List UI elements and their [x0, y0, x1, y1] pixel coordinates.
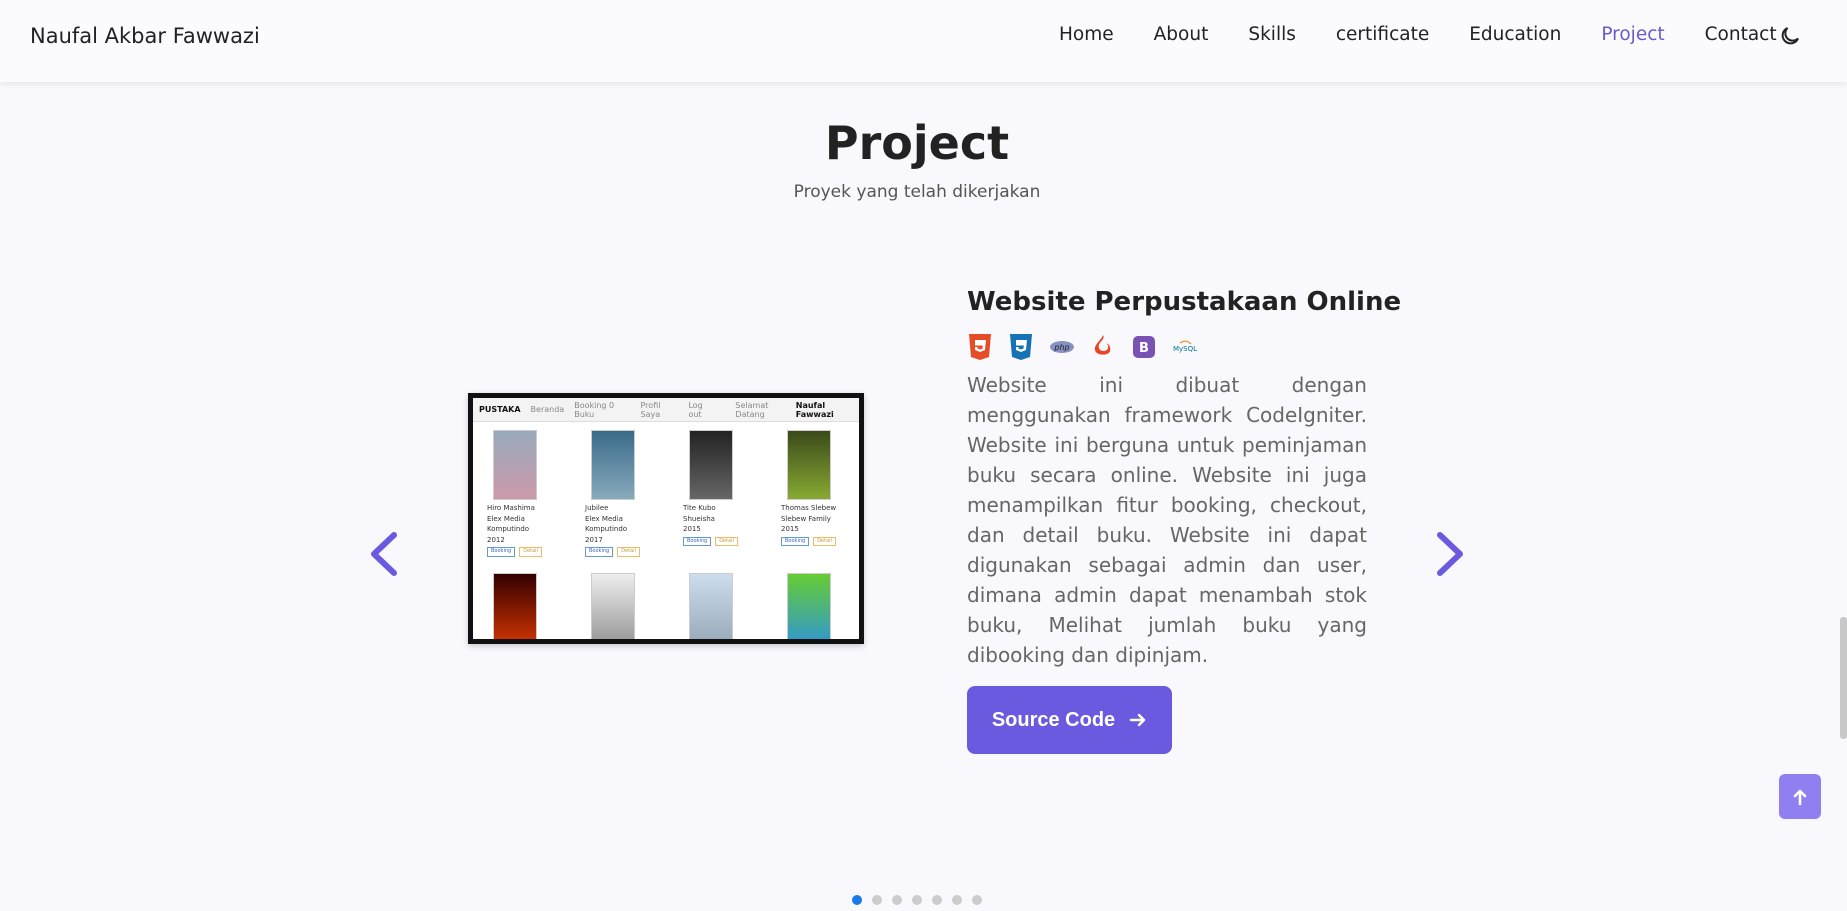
- screenshot-nav-item: Booking 0 Buku: [574, 400, 615, 419]
- mysql-icon: MySQL: [1172, 333, 1198, 361]
- book-card: Hiro Mashima Elex Media Komputindo 2012 …: [487, 430, 567, 557]
- scrollbar-thumb[interactable]: [1840, 617, 1847, 739]
- carousel-dot[interactable]: [872, 895, 882, 905]
- book-card: Tite Kubo Shueisha 2015 Booking Detail: [683, 430, 763, 557]
- book-year: 2015: [683, 525, 701, 533]
- book-card: Jubilee Elex Media Komputindo 2017 Booki…: [585, 430, 665, 557]
- book-publisher: Elex Media Komputindo: [487, 514, 530, 534]
- nav-about[interactable]: About: [1154, 24, 1209, 45]
- book-card: Thomas Slebew Slebew Family 2015 Booking…: [781, 430, 859, 557]
- book-cover: [787, 430, 831, 500]
- book-cover: [591, 572, 635, 639]
- nav-menu: Home About Skills certificate Education …: [1059, 24, 1777, 45]
- book-year: 2015: [781, 525, 799, 533]
- svg-text:php: php: [1053, 343, 1069, 352]
- book-booking-button: Booking: [487, 547, 516, 557]
- section-title: Project: [824, 116, 1010, 170]
- book-author: Tite Kubo: [683, 504, 716, 512]
- book-cover: [787, 572, 831, 639]
- navbar: Naufal Akbar Fawwazi Home About Skills c…: [0, 0, 1847, 82]
- book-booking-button: Booking: [781, 536, 810, 546]
- book-author: Jubilee: [585, 504, 609, 512]
- arrow-up-icon: [1793, 789, 1807, 805]
- book-publisher: Elex Media Komputindo: [585, 514, 628, 534]
- project-title: Website Perpustakaan Online: [967, 287, 1402, 317]
- book-author: Thomas Slebew: [781, 504, 837, 512]
- section-subtitle: Proyek yang telah dikerjakan: [793, 182, 1041, 202]
- arrow-right-icon: [1129, 713, 1146, 727]
- carousel-next-button[interactable]: [1430, 529, 1470, 579]
- carousel-dot[interactable]: [972, 895, 982, 905]
- svg-text:MySQL: MySQL: [1173, 345, 1197, 353]
- book-publisher: Slebew Family: [781, 514, 831, 523]
- book-booking-button: Booking: [683, 536, 712, 546]
- screenshot-nav-item: Profil Saya: [640, 400, 661, 419]
- carousel-dot[interactable]: [952, 895, 962, 905]
- chevron-right-icon: [1437, 532, 1463, 576]
- svg-text:B: B: [1139, 341, 1149, 356]
- book-year: 2017: [585, 535, 603, 544]
- nav-skills[interactable]: Skills: [1248, 24, 1296, 45]
- screenshot-book-grid: Hiro Mashima Elex Media Komputindo 2012 …: [473, 422, 859, 639]
- book-cover: [493, 430, 537, 500]
- moon-icon[interactable]: [1778, 24, 1802, 48]
- book-cover: [689, 430, 733, 500]
- codeigniter-icon: [1090, 333, 1116, 361]
- book-detail-button: Detail: [715, 536, 738, 546]
- screenshot-brand: PUSTAKA: [479, 405, 521, 414]
- book-card: [487, 572, 567, 639]
- screenshot-welcome: Selamat Datang: [735, 400, 769, 419]
- css3-icon: [1008, 333, 1034, 361]
- carousel-dot[interactable]: [892, 895, 902, 905]
- html5-icon: [967, 333, 993, 361]
- source-code-button[interactable]: Source Code: [967, 686, 1172, 754]
- project-screenshot: PUSTAKA Beranda Booking 0 Buku Profil Sa…: [468, 393, 864, 644]
- book-detail-button: Detail: [617, 547, 640, 557]
- project-description: Website ini dibuat dengan menggunakan fr…: [967, 373, 1367, 667]
- tech-stack-icons: php B MySQL: [967, 333, 1198, 361]
- chevron-left-icon: [371, 532, 397, 576]
- book-publisher: Shueisha: [683, 514, 715, 523]
- bootstrap-icon: B: [1131, 333, 1157, 361]
- book-detail-button: Detail: [813, 536, 836, 546]
- carousel-prev-button[interactable]: [364, 529, 404, 579]
- nav-project[interactable]: Project: [1601, 24, 1664, 45]
- book-year: 2012: [487, 535, 505, 544]
- brand-name[interactable]: Naufal Akbar Fawwazi: [30, 24, 260, 48]
- nav-certificate[interactable]: certificate: [1336, 24, 1429, 45]
- book-author: Hiro Mashima: [487, 504, 535, 512]
- nav-education[interactable]: Education: [1469, 24, 1561, 45]
- book-cover: [591, 430, 635, 500]
- book-card: [781, 572, 859, 639]
- back-to-top-button[interactable]: [1779, 774, 1821, 819]
- book-cover: [493, 572, 537, 639]
- book-booking-button: Booking: [585, 547, 614, 557]
- nav-contact[interactable]: Contact: [1705, 24, 1777, 45]
- source-code-label: Source Code: [991, 708, 1116, 731]
- book-card: [683, 572, 763, 639]
- carousel-dot-active[interactable]: [852, 895, 862, 905]
- screenshot-nav-item: Log out: [688, 400, 703, 419]
- book-cover: [689, 572, 733, 639]
- screenshot-navbar: PUSTAKA Beranda Booking 0 Buku Profil Sa…: [473, 398, 859, 422]
- carousel-indicators: [852, 895, 982, 905]
- carousel-dot[interactable]: [912, 895, 922, 905]
- book-detail-button: Detail: [519, 547, 542, 557]
- php-icon: php: [1049, 333, 1075, 361]
- book-card: [585, 572, 665, 639]
- screenshot-nav-item: Beranda: [530, 405, 565, 414]
- nav-home[interactable]: Home: [1059, 24, 1114, 45]
- carousel-dot[interactable]: [932, 895, 942, 905]
- screenshot-user: Naufal Fawwazi: [795, 400, 834, 419]
